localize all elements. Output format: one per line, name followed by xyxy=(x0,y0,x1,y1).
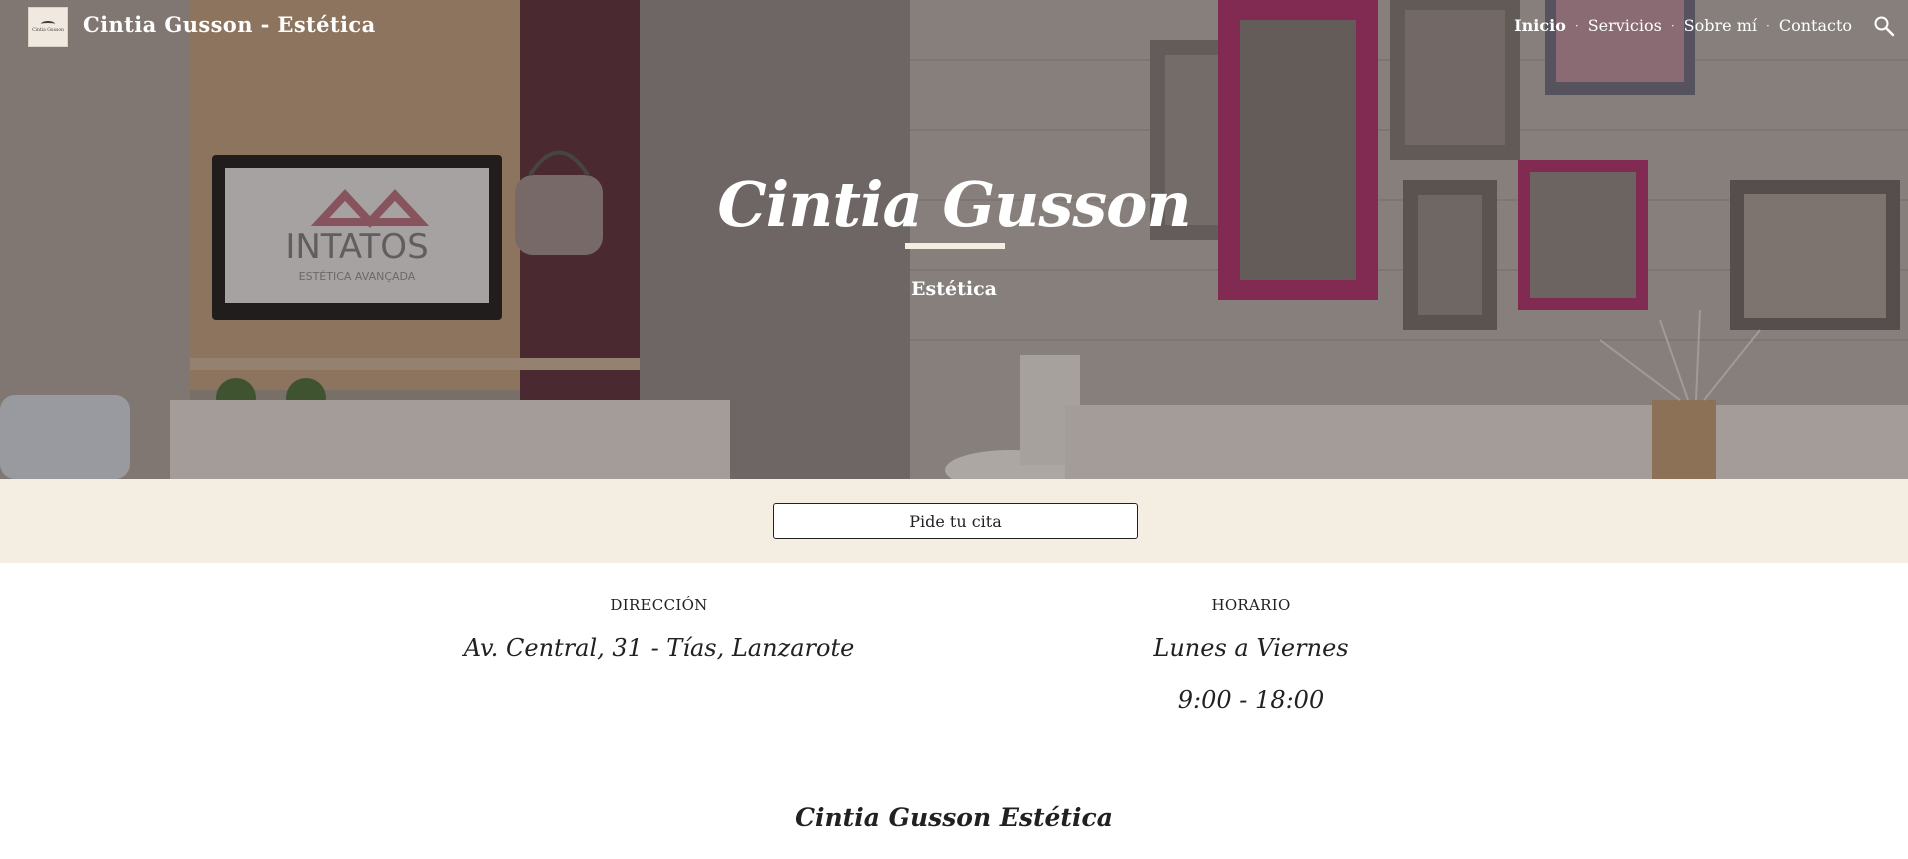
nav-item-servicios[interactable]: Servicios xyxy=(1588,16,1662,35)
hero-title-underline xyxy=(905,243,1005,249)
search-icon[interactable] xyxy=(1872,14,1896,38)
nav-item-sobre-mi[interactable]: Sobre mí xyxy=(1684,16,1757,35)
hero-subtitle: Estética xyxy=(911,278,997,300)
site-title[interactable]: Cintia Gusson - Estética xyxy=(83,12,376,37)
logo-text: Cintia Gusson xyxy=(32,27,64,33)
nav-item-contacto[interactable]: Contacto xyxy=(1779,16,1852,35)
hero-title: Cintia Gusson xyxy=(717,168,1191,241)
hours-days: Lunes a Viernes xyxy=(1153,634,1349,662)
main-nav: Inicio · Servicios · Sobre mí · Contacto xyxy=(1514,16,1852,35)
cta-band: Pide tu cita xyxy=(0,479,1908,563)
about-title: Cintia Gusson Estética xyxy=(795,803,1113,832)
nav-separator: · xyxy=(1766,18,1770,33)
hours-label: HORARIO xyxy=(1211,596,1291,614)
address-value: Av. Central, 31 - Tías, Lanzarote xyxy=(463,634,855,662)
address-label: DIRECCIÓN xyxy=(610,596,708,614)
site-logo[interactable]: Cintia Gusson xyxy=(28,7,68,47)
nav-item-inicio[interactable]: Inicio xyxy=(1514,16,1566,35)
hours-column: HORARIO Lunes a Viernes 9:00 - 18:00 xyxy=(1001,563,1501,714)
nav-separator: · xyxy=(1670,18,1675,33)
address-column: DIRECCIÓN Av. Central, 31 - Tías, Lanzar… xyxy=(409,563,909,662)
logo-mark-icon xyxy=(41,20,55,27)
hero-banner: INTATOS ESTÉTICA AVANÇADA Cintia Gusson … xyxy=(0,0,1908,479)
book-appointment-button[interactable]: Pide tu cita xyxy=(773,503,1138,539)
hours-time: 9:00 - 18:00 xyxy=(1177,686,1325,714)
info-section: DIRECCIÓN Av. Central, 31 - Tías, Lanzar… xyxy=(0,563,1908,859)
nav-separator: · xyxy=(1574,18,1579,33)
site-header: Cintia Gusson Cintia Gusson - Estética I… xyxy=(0,0,1908,54)
